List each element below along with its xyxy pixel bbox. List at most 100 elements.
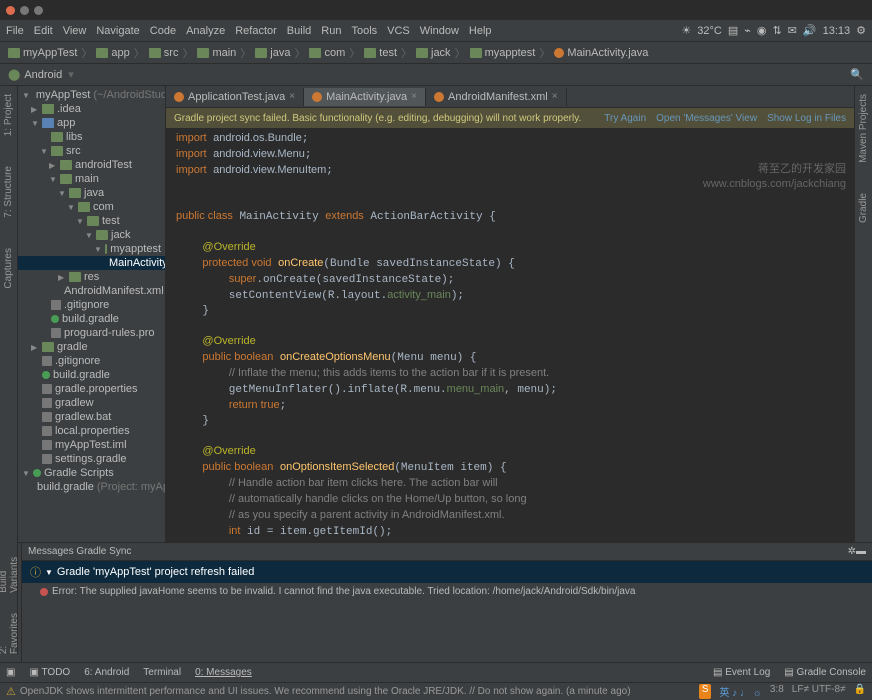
tree-row[interactable]: ▼myapptest — [18, 242, 165, 256]
tree-row[interactable]: AndroidManifest.xml — [18, 284, 165, 298]
menu-window[interactable]: Window — [420, 25, 459, 37]
tree-row[interactable]: build.gradle — [18, 312, 165, 326]
menu-help[interactable]: Help — [469, 25, 492, 37]
lock-icon[interactable]: 🔒 — [854, 684, 866, 699]
tree-row[interactable]: ▼com — [18, 200, 165, 214]
bottom-tab[interactable]: Terminal — [143, 667, 181, 678]
tree-row[interactable]: local.properties — [18, 424, 165, 438]
folder-icon — [60, 174, 72, 184]
tree-row[interactable]: myAppTest.iml — [18, 438, 165, 452]
menu-code[interactable]: Code — [150, 25, 176, 37]
tree-row[interactable]: build.gradle — [18, 368, 165, 382]
mail-icon[interactable]: ✉ — [788, 24, 797, 37]
menu-edit[interactable]: Edit — [34, 25, 53, 37]
editor-tab[interactable]: AndroidManifest.xml× — [426, 88, 567, 106]
net-icon[interactable]: ⇅ — [772, 24, 781, 37]
side-tab[interactable]: 1: Project — [3, 94, 14, 136]
favorites-tab[interactable]: 2: Favorites — [0, 613, 20, 654]
menu-refactor[interactable]: Refactor — [235, 25, 277, 37]
side-tab[interactable]: Gradle — [858, 193, 869, 223]
messages-panel: ✕ ⤢ ↓ ⎌ ? Messages Gradle Sync✲▬ ⓘ ▼ Gra… — [0, 542, 872, 662]
close-icon[interactable]: × — [552, 91, 558, 102]
crumb[interactable]: MainActivity.java — [554, 47, 648, 59]
menu-run[interactable]: Run — [321, 25, 341, 37]
warning-link[interactable]: Show Log in Files — [767, 113, 846, 124]
bottom-corner-icon[interactable]: ▣ — [6, 667, 15, 678]
side-tab[interactable]: 7: Structure — [3, 166, 14, 218]
menu-vcs[interactable]: VCS — [387, 25, 410, 37]
tree-row[interactable]: gradlew.bat — [18, 410, 165, 424]
ubuntu-icon[interactable]: ◉ — [757, 24, 767, 37]
bt-icon[interactable]: ⌁ — [744, 24, 751, 37]
vol-icon[interactable]: 🔊 — [803, 24, 817, 37]
crumb[interactable]: test — [364, 47, 397, 59]
bottom-tab[interactable]: ▣ TODO — [29, 667, 70, 678]
tree-row[interactable]: ▶androidTest — [18, 158, 165, 172]
error-detail-row[interactable]: Error: The supplied javaHome seems to be… — [22, 583, 872, 600]
tree-row[interactable]: gradle.properties — [18, 382, 165, 396]
warning-link[interactable]: Try Again — [604, 113, 646, 124]
editor-tab[interactable]: MainActivity.java× — [304, 88, 426, 106]
sys-icon[interactable]: ▤ — [728, 24, 738, 37]
tree-row[interactable]: ▼test — [18, 214, 165, 228]
close-dot[interactable] — [6, 6, 15, 15]
build-variants-tab[interactable]: Build Variants — [0, 548, 20, 593]
crumb[interactable]: java — [255, 47, 290, 59]
menu-file[interactable]: File — [6, 25, 24, 37]
crumb[interactable]: myapptest — [470, 47, 536, 59]
crumb[interactable]: myAppTest — [8, 47, 77, 59]
tree-row[interactable]: gradlew — [18, 396, 165, 410]
menu-build[interactable]: Build — [287, 25, 311, 37]
bottom-tab[interactable]: 0: Messages — [195, 667, 252, 678]
error-row[interactable]: ⓘ ▼ Gradle 'myAppTest' project refresh f… — [22, 561, 872, 583]
window-controls — [0, 0, 872, 20]
bottom-tab[interactable]: ▤ Event Log — [713, 667, 770, 678]
config-dropdown-icon[interactable]: ▾ — [68, 68, 74, 81]
side-tab[interactable]: Captures — [3, 248, 14, 289]
warning-link[interactable]: Open 'Messages' View — [656, 113, 757, 124]
messages-header: Messages Gradle Sync — [28, 546, 131, 557]
folder-icon — [51, 132, 63, 142]
tree-row[interactable]: .gitignore — [18, 298, 165, 312]
tree-row[interactable]: MainActivity.jav — [18, 256, 165, 270]
tree-row[interactable]: ▼myAppTest (~/AndroidStudioProjects/m — [18, 88, 165, 102]
tree-row[interactable]: settings.gradle — [18, 452, 165, 466]
tree-row[interactable]: build.gradle (Project: myAppTest) — [18, 480, 165, 494]
folder-icon — [96, 48, 108, 58]
side-tab[interactable]: Maven Projects — [858, 94, 869, 163]
tree-row[interactable]: ▶.idea — [18, 102, 165, 116]
tree-row[interactable]: ▼java — [18, 186, 165, 200]
gear-icon[interactable]: ⚙ — [856, 24, 866, 37]
bottom-tab[interactable]: ▤ Gradle Console — [784, 667, 866, 678]
crumb[interactable]: jack — [416, 47, 451, 59]
panel-gear-icon[interactable]: ✲▬ — [848, 546, 866, 557]
menu-navigate[interactable]: Navigate — [96, 25, 139, 37]
menu-tools[interactable]: Tools — [351, 25, 377, 37]
crumb[interactable]: com — [309, 47, 345, 59]
tree-row[interactable]: ▼Gradle Scripts — [18, 466, 165, 480]
menu-view[interactable]: View — [63, 25, 87, 37]
crumb[interactable]: src — [149, 47, 179, 59]
crumb[interactable]: app — [96, 47, 129, 59]
search-icon[interactable]: 🔍 — [850, 68, 864, 81]
bottom-tab[interactable]: 6: Android — [84, 667, 129, 678]
close-icon[interactable]: × — [289, 91, 295, 102]
close-icon[interactable]: × — [411, 91, 417, 102]
run-config[interactable]: Android — [24, 69, 62, 81]
editor-tab[interactable]: ApplicationTest.java× — [166, 88, 304, 106]
tree-row[interactable]: ▶gradle — [18, 340, 165, 354]
arrow-icon: ▼ — [94, 245, 102, 254]
code-editor[interactable]: import android.os.Bundle; import android… — [166, 128, 854, 542]
tree-row[interactable]: proguard-rules.pro — [18, 326, 165, 340]
max-dot[interactable] — [34, 6, 43, 15]
tree-row[interactable]: ▼app — [18, 116, 165, 130]
menu-analyze[interactable]: Analyze — [186, 25, 225, 37]
tree-row[interactable]: libs — [18, 130, 165, 144]
tree-row[interactable]: ▼src — [18, 144, 165, 158]
tree-row[interactable]: ▼main — [18, 172, 165, 186]
min-dot[interactable] — [20, 6, 29, 15]
tree-row[interactable]: .gitignore — [18, 354, 165, 368]
crumb[interactable]: main — [197, 47, 236, 59]
tree-row[interactable]: ▶res — [18, 270, 165, 284]
tree-row[interactable]: ▼jack — [18, 228, 165, 242]
